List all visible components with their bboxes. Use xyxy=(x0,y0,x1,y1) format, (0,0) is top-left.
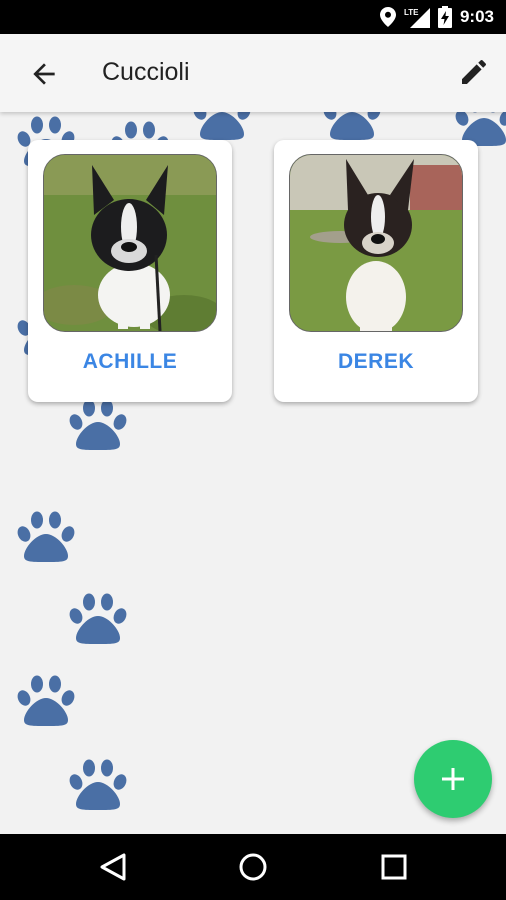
puppy-photo xyxy=(289,154,463,332)
clock: 9:03 xyxy=(459,7,494,26)
location-icon xyxy=(379,7,396,27)
signal-icon: LTE xyxy=(404,6,430,28)
status-bar: LTE 9:03 xyxy=(0,0,506,34)
puppy-card[interactable]: DEREK xyxy=(274,140,478,402)
puppy-name: ACHILLE xyxy=(82,350,178,373)
app-bar: Cuccioli xyxy=(0,34,506,112)
navigation-bar xyxy=(0,834,506,900)
puppy-photo xyxy=(43,154,217,332)
puppy-card[interactable]: ACHILLE xyxy=(28,140,232,402)
battery-charging-icon xyxy=(437,6,452,28)
home-circle-icon[interactable] xyxy=(236,850,270,884)
pencil-icon[interactable] xyxy=(458,56,490,88)
puppy-name: DEREK xyxy=(337,350,414,373)
plus-icon xyxy=(442,768,464,790)
back-triangle-icon[interactable] xyxy=(96,850,130,884)
recents-square-icon[interactable] xyxy=(377,850,411,884)
page-title: Cuccioli xyxy=(102,58,190,86)
puppy-grid: ACHILLE DEREK xyxy=(0,112,506,834)
arrow-back-icon[interactable] xyxy=(28,58,60,90)
add-puppy-button[interactable] xyxy=(414,740,492,818)
